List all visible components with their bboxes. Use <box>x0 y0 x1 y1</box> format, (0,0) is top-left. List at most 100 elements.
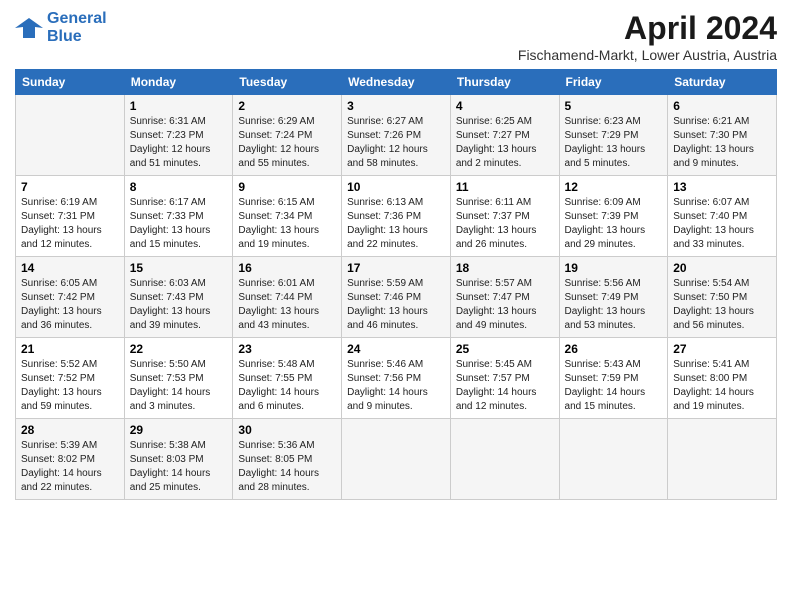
calendar-table: SundayMondayTuesdayWednesdayThursdayFrid… <box>15 69 777 500</box>
day-cell: 15 Sunrise: 6:03 AM Sunset: 7:43 PM Dayli… <box>124 257 233 338</box>
header-wednesday: Wednesday <box>342 70 451 95</box>
day-cell: 5 Sunrise: 6:23 AM Sunset: 7:29 PM Daylig… <box>559 95 668 176</box>
day-cell: 29Sunrise: 5:38 AM Sunset: 8:03 PM Dayli… <box>124 419 233 500</box>
logo-icon <box>15 14 43 42</box>
week-row-2: 7 Sunrise: 6:19 AM Sunset: 7:31 PM Daylig… <box>16 176 777 257</box>
day-info: Sunrise: 6:23 AM Sunset: 7:29 PM Dayligh… <box>565 115 663 171</box>
header-tuesday: Tuesday <box>233 70 342 95</box>
day-info: Sunrise: 6:01 AM Sunset: 7:44 PM Dayligh… <box>238 277 336 333</box>
day-info: Sunrise: 5:46 AM Sunset: 7:56 PM Dayligh… <box>347 358 445 414</box>
day-cell: 1 Sunrise: 6:31 AM Sunset: 7:23 PM Daylig… <box>124 95 233 176</box>
day-number: 3 <box>347 99 445 113</box>
header-thursday: Thursday <box>450 70 559 95</box>
day-cell: 16 Sunrise: 6:01 AM Sunset: 7:44 PM Dayli… <box>233 257 342 338</box>
day-info: Sunrise: 5:43 AM Sunset: 7:59 PM Dayligh… <box>565 358 663 414</box>
day-number: 6 <box>673 99 771 113</box>
day-number: 15 <box>130 261 228 275</box>
day-number: 28 <box>21 423 119 437</box>
day-info: Sunrise: 5:45 AM Sunset: 7:57 PM Dayligh… <box>456 358 554 414</box>
day-cell <box>668 419 777 500</box>
day-number: 2 <box>238 99 336 113</box>
day-number: 13 <box>673 180 771 194</box>
day-cell: 21Sunrise: 5:52 AM Sunset: 7:52 PM Dayli… <box>16 338 125 419</box>
day-info: Sunrise: 5:59 AM Sunset: 7:46 PM Dayligh… <box>347 277 445 333</box>
logo-text: General Blue <box>47 10 107 46</box>
week-row-5: 28Sunrise: 5:39 AM Sunset: 8:02 PM Dayli… <box>16 419 777 500</box>
day-info: Sunrise: 6:07 AM Sunset: 7:40 PM Dayligh… <box>673 196 771 252</box>
day-info: Sunrise: 6:15 AM Sunset: 7:34 PM Dayligh… <box>238 196 336 252</box>
day-info: Sunrise: 5:48 AM Sunset: 7:55 PM Dayligh… <box>238 358 336 414</box>
day-info: Sunrise: 5:36 AM Sunset: 8:05 PM Dayligh… <box>238 439 336 495</box>
day-cell <box>450 419 559 500</box>
day-info: Sunrise: 5:38 AM Sunset: 8:03 PM Dayligh… <box>130 439 228 495</box>
day-cell <box>16 95 125 176</box>
day-cell: 11 Sunrise: 6:11 AM Sunset: 7:37 PM Dayli… <box>450 176 559 257</box>
day-number: 5 <box>565 99 663 113</box>
day-number: 25 <box>456 342 554 356</box>
day-number: 17 <box>347 261 445 275</box>
title-section: April 2024 Fischamend-Markt, Lower Austr… <box>518 10 777 63</box>
day-cell: 7 Sunrise: 6:19 AM Sunset: 7:31 PM Daylig… <box>16 176 125 257</box>
day-cell: 27 Sunrise: 5:41 AM Sunset: 8:00 PM Dayli… <box>668 338 777 419</box>
day-cell: 22 Sunrise: 5:50 AM Sunset: 7:53 PM Dayli… <box>124 338 233 419</box>
day-number: 1 <box>130 99 228 113</box>
day-cell: 24 Sunrise: 5:46 AM Sunset: 7:56 PM Dayli… <box>342 338 451 419</box>
day-info: Sunrise: 6:09 AM Sunset: 7:39 PM Dayligh… <box>565 196 663 252</box>
day-cell: 17 Sunrise: 5:59 AM Sunset: 7:46 PM Dayli… <box>342 257 451 338</box>
header-sunday: Sunday <box>16 70 125 95</box>
header-friday: Friday <box>559 70 668 95</box>
day-cell: 3 Sunrise: 6:27 AM Sunset: 7:26 PM Daylig… <box>342 95 451 176</box>
day-number: 27 <box>673 342 771 356</box>
day-cell: 25 Sunrise: 5:45 AM Sunset: 7:57 PM Dayli… <box>450 338 559 419</box>
day-info: Sunrise: 6:13 AM Sunset: 7:36 PM Dayligh… <box>347 196 445 252</box>
day-number: 18 <box>456 261 554 275</box>
subtitle: Fischamend-Markt, Lower Austria, Austria <box>518 47 777 63</box>
day-cell: 23 Sunrise: 5:48 AM Sunset: 7:55 PM Dayli… <box>233 338 342 419</box>
day-cell: 18 Sunrise: 5:57 AM Sunset: 7:47 PM Dayli… <box>450 257 559 338</box>
day-cell: 26Sunrise: 5:43 AM Sunset: 7:59 PM Dayli… <box>559 338 668 419</box>
day-number: 4 <box>456 99 554 113</box>
day-info: Sunrise: 6:03 AM Sunset: 7:43 PM Dayligh… <box>130 277 228 333</box>
day-info: Sunrise: 6:11 AM Sunset: 7:37 PM Dayligh… <box>456 196 554 252</box>
day-cell: 20Sunrise: 5:54 AM Sunset: 7:50 PM Dayli… <box>668 257 777 338</box>
day-number: 11 <box>456 180 554 194</box>
day-info: Sunrise: 6:31 AM Sunset: 7:23 PM Dayligh… <box>130 115 228 171</box>
day-cell: 9Sunrise: 6:15 AM Sunset: 7:34 PM Daylig… <box>233 176 342 257</box>
day-cell: 10 Sunrise: 6:13 AM Sunset: 7:36 PM Dayli… <box>342 176 451 257</box>
month-title: April 2024 <box>518 10 777 47</box>
header-row: SundayMondayTuesdayWednesdayThursdayFrid… <box>16 70 777 95</box>
day-number: 24 <box>347 342 445 356</box>
day-cell <box>559 419 668 500</box>
week-row-4: 21Sunrise: 5:52 AM Sunset: 7:52 PM Dayli… <box>16 338 777 419</box>
header: General Blue April 2024 Fischamend-Markt… <box>15 10 777 63</box>
day-number: 30 <box>238 423 336 437</box>
day-info: Sunrise: 5:41 AM Sunset: 8:00 PM Dayligh… <box>673 358 771 414</box>
day-number: 16 <box>238 261 336 275</box>
day-cell: 4Sunrise: 6:25 AM Sunset: 7:27 PM Daylig… <box>450 95 559 176</box>
day-number: 22 <box>130 342 228 356</box>
day-info: Sunrise: 5:57 AM Sunset: 7:47 PM Dayligh… <box>456 277 554 333</box>
day-number: 8 <box>130 180 228 194</box>
header-saturday: Saturday <box>668 70 777 95</box>
week-row-1: 1 Sunrise: 6:31 AM Sunset: 7:23 PM Daylig… <box>16 95 777 176</box>
day-info: Sunrise: 6:19 AM Sunset: 7:31 PM Dayligh… <box>21 196 119 252</box>
day-info: Sunrise: 5:54 AM Sunset: 7:50 PM Dayligh… <box>673 277 771 333</box>
day-info: Sunrise: 6:27 AM Sunset: 7:26 PM Dayligh… <box>347 115 445 171</box>
day-number: 10 <box>347 180 445 194</box>
day-cell: 2Sunrise: 6:29 AM Sunset: 7:24 PM Daylig… <box>233 95 342 176</box>
day-cell: 6Sunrise: 6:21 AM Sunset: 7:30 PM Daylig… <box>668 95 777 176</box>
day-cell: 12Sunrise: 6:09 AM Sunset: 7:39 PM Dayli… <box>559 176 668 257</box>
day-cell: 30 Sunrise: 5:36 AM Sunset: 8:05 PM Dayli… <box>233 419 342 500</box>
day-number: 23 <box>238 342 336 356</box>
day-number: 14 <box>21 261 119 275</box>
day-number: 19 <box>565 261 663 275</box>
header-monday: Monday <box>124 70 233 95</box>
day-info: Sunrise: 5:56 AM Sunset: 7:49 PM Dayligh… <box>565 277 663 333</box>
day-cell: 28Sunrise: 5:39 AM Sunset: 8:02 PM Dayli… <box>16 419 125 500</box>
day-info: Sunrise: 5:50 AM Sunset: 7:53 PM Dayligh… <box>130 358 228 414</box>
day-number: 7 <box>21 180 119 194</box>
day-cell <box>342 419 451 500</box>
day-cell: 14Sunrise: 6:05 AM Sunset: 7:42 PM Dayli… <box>16 257 125 338</box>
week-row-3: 14Sunrise: 6:05 AM Sunset: 7:42 PM Dayli… <box>16 257 777 338</box>
page: General Blue April 2024 Fischamend-Markt… <box>0 0 792 515</box>
